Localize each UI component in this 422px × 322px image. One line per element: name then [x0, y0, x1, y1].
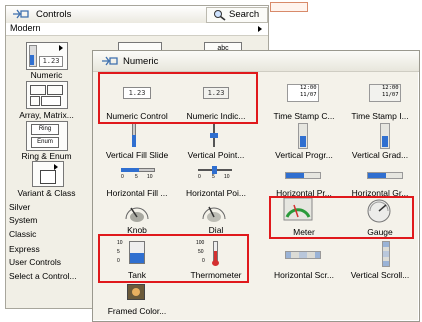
category-select-control[interactable]: Select a Control... [9, 271, 77, 281]
framed-color-box-icon[interactable] [127, 284, 145, 300]
horizontal-pointer-slide-icon[interactable]: 0 5 10 [198, 166, 232, 184]
search-button[interactable]: Search [206, 7, 268, 23]
vertical-scrollbar-icon[interactable] [382, 241, 390, 267]
horizontal-progress-bar-icon[interactable] [285, 172, 321, 179]
horizontal-graduated-bar-icon[interactable] [367, 172, 403, 179]
category-silver[interactable]: Silver [9, 202, 30, 212]
scale-high: 10 [224, 174, 230, 180]
array-matrix-category-icon[interactable] [26, 81, 68, 109]
search-label: Search [229, 9, 260, 20]
scale-mid: 5 [212, 174, 215, 180]
item-label-horizontal-fill-slide[interactable]: Horizontal Fill ... [94, 188, 180, 198]
category-label-variant-class[interactable]: Variant & Class [4, 188, 89, 198]
vertical-pointer-slide-icon[interactable] [208, 123, 220, 147]
numeric-palette: Numeric 1.23 Numeric Control 1.23 Numeri… [92, 50, 420, 322]
numeric-titlebar: Numeric [93, 51, 419, 72]
knob-icon[interactable] [123, 199, 151, 225]
item-label-vertical-fill-slide[interactable]: Vertical Fill Slide [94, 150, 180, 160]
item-label-vertical-pointer-slide[interactable]: Vertical Point... [173, 150, 259, 160]
horizontal-scrollbar-icon[interactable] [285, 251, 321, 259]
item-label-timestamp-control[interactable]: Time Stamp C... [261, 111, 347, 121]
dial-icon[interactable] [200, 199, 228, 225]
numeric-value-text: 1.23 [39, 56, 63, 67]
timestamp-control-icon[interactable]: 12:00 11/07 [287, 84, 319, 102]
item-label-horizontal-scrollbar[interactable]: Horizontal Scr... [261, 270, 347, 280]
category-label-numeric[interactable]: Numeric [4, 70, 89, 80]
vertical-progress-bar-icon[interactable] [298, 123, 308, 149]
ring-text: Ring [31, 124, 59, 135]
ring-enum-category-icon[interactable]: Ring Enum [26, 121, 68, 151]
timestamp-indicator-icon[interactable]: 12:00 11/07 [369, 84, 401, 102]
item-label-framed-color-box[interactable]: Framed Color... [94, 306, 180, 316]
highlight-tank-thermometer [98, 234, 249, 283]
watermark-stamp [270, 2, 308, 12]
category-user-controls[interactable]: User Controls [9, 257, 61, 267]
enum-text: Enum [31, 137, 59, 148]
item-label-vertical-graduated-bar[interactable]: Vertical Grad... [337, 150, 422, 160]
timestamp-date-text: 11/07 [382, 92, 399, 98]
vertical-graduated-bar-icon[interactable] [380, 123, 390, 149]
magnifier-icon [213, 9, 227, 23]
highlight-meter-gauge [269, 196, 414, 239]
modern-category-row[interactable]: Modern [6, 23, 268, 36]
pin-icon[interactable] [101, 56, 119, 69]
item-label-horizontal-pointer-slide[interactable]: Horizontal Poi... [173, 188, 259, 198]
scale-high: 10 [147, 174, 153, 180]
category-label-ring-enum[interactable]: Ring & Enum [4, 151, 89, 161]
horizontal-fill-slide-icon[interactable]: 0 5 10 [121, 166, 155, 184]
submenu-arrow-icon [258, 26, 262, 32]
modern-label: Modern [10, 23, 41, 33]
controls-title: Controls [36, 9, 72, 20]
timestamp-time-text: 12:00 [382, 85, 399, 91]
scale-mid: 5 [135, 174, 138, 180]
highlight-numeric-control-indicator [98, 72, 258, 124]
numeric-category-icon[interactable]: 1.23 [26, 42, 68, 70]
timestamp-date-text: 11/07 [300, 92, 317, 98]
category-classic[interactable]: Classic [9, 229, 36, 239]
scale-low: 0 [198, 174, 201, 180]
item-label-vertical-scrollbar[interactable]: Vertical Scroll... [337, 270, 422, 280]
category-system[interactable]: System [9, 215, 37, 225]
vertical-fill-slide-icon[interactable] [128, 123, 140, 147]
variant-class-category-icon[interactable] [32, 161, 64, 187]
scale-low: 0 [121, 174, 124, 180]
timestamp-time-text: 12:00 [300, 85, 317, 91]
numeric-palette-title: Numeric [123, 56, 159, 67]
item-label-vertical-progress-bar[interactable]: Vertical Progr... [261, 150, 347, 160]
pin-icon[interactable] [12, 9, 30, 22]
controls-titlebar: Controls Search [6, 6, 268, 23]
item-label-timestamp-indicator[interactable]: Time Stamp I... [337, 111, 422, 121]
category-express[interactable]: Express [9, 244, 40, 254]
category-label-array-matrix[interactable]: Array, Matrix... [4, 110, 89, 120]
